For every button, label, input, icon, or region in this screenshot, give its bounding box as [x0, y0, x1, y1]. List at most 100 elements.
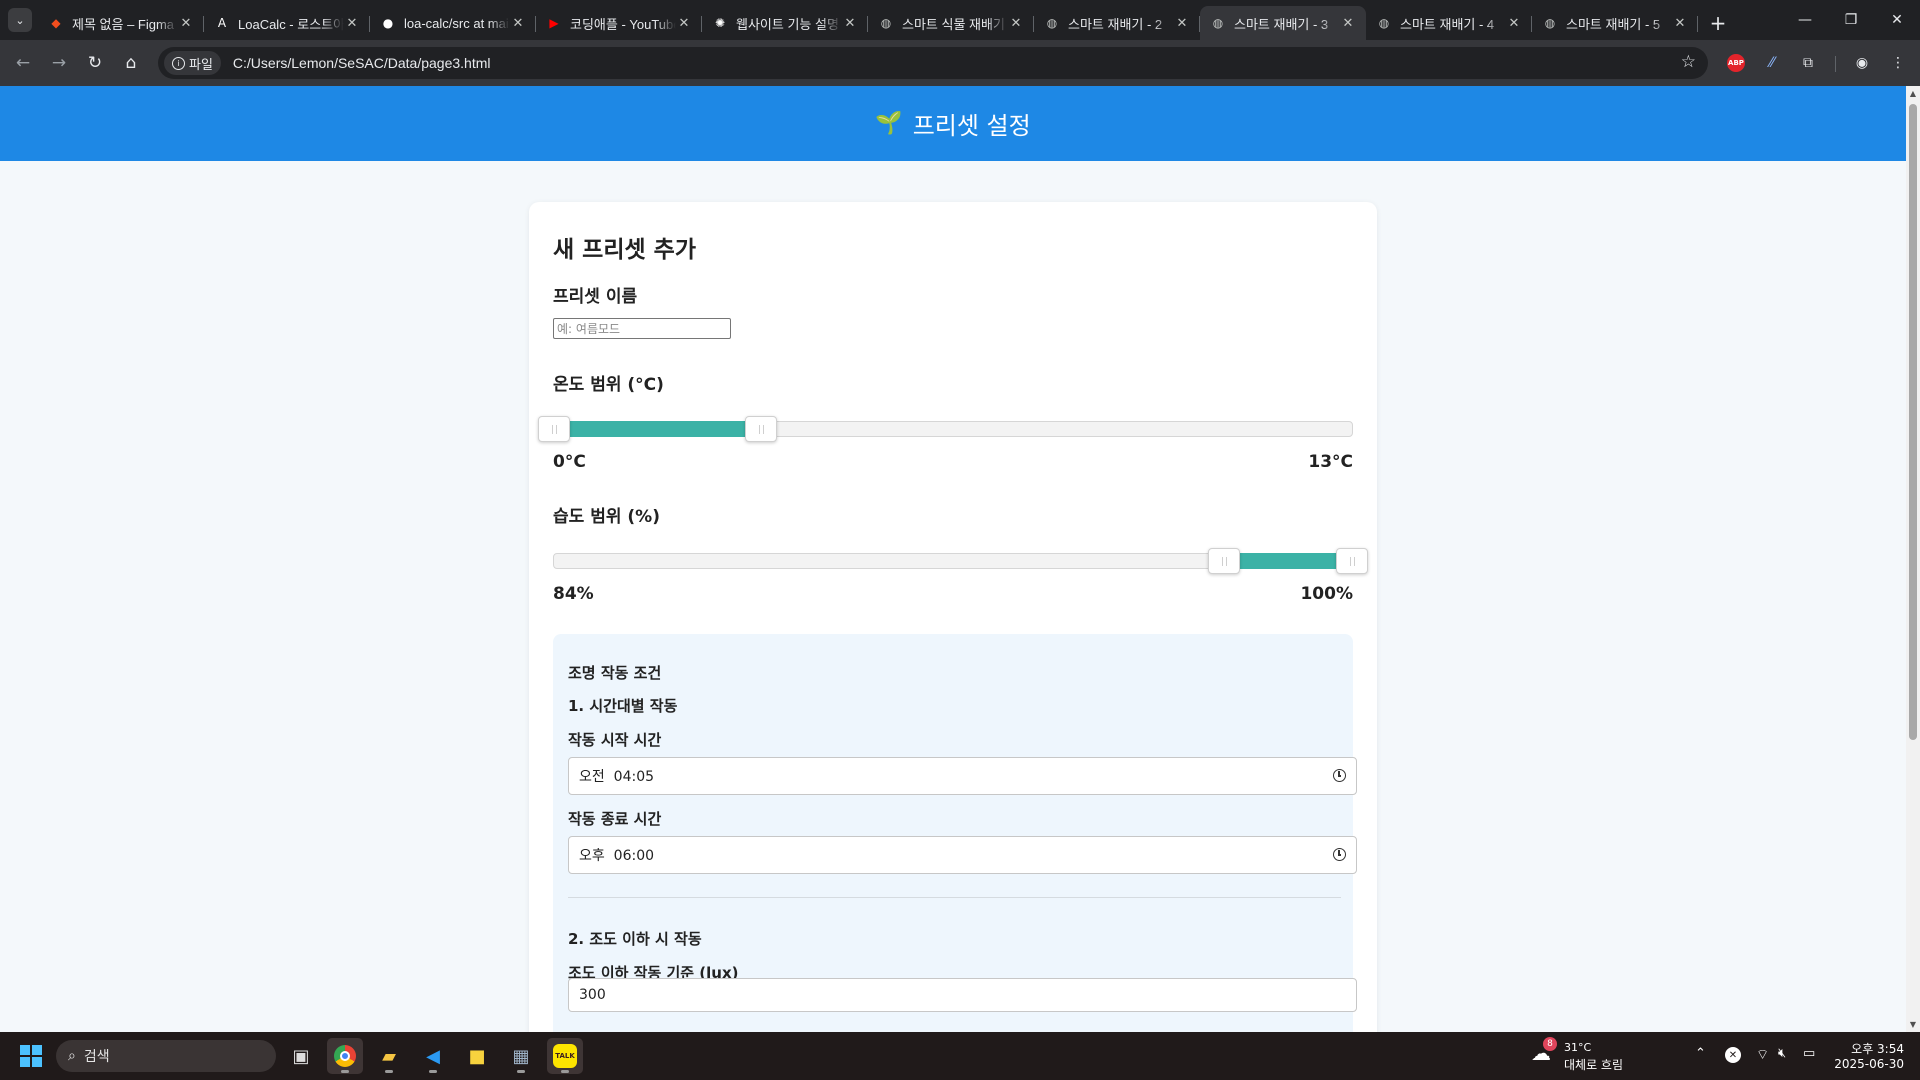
back-button[interactable]: ← [6, 46, 40, 80]
browser-tab[interactable]: ◍ 스마트 재배기 - 5 ✕ [1532, 6, 1698, 40]
browser-tab[interactable]: ◍ 스마트 재배기 - 2 ✕ [1034, 6, 1200, 40]
preset-name-input[interactable] [553, 318, 731, 339]
puzzle-icon: ⧉ [1803, 55, 1813, 71]
tab-strip: ◆제목 없음 – Figma✕ALoaCalc - 로스트아크✕●loa-cal… [38, 6, 1698, 40]
volume-muted-icon[interactable]: 🔇︎ [1778, 1046, 1786, 1061]
github-icon: ● [382, 16, 394, 30]
chrome-icon [334, 1045, 356, 1067]
minimize-button[interactable]: — [1782, 0, 1828, 40]
tab-close-icon[interactable]: ✕ [842, 16, 858, 31]
clock-time[interactable]: 오후 3:54 [1851, 1040, 1904, 1057]
temp-min-handle[interactable] [538, 416, 570, 442]
tray-app-icon[interactable]: ✕ [1725, 1047, 1741, 1063]
globe-icon: ◍ [1544, 16, 1556, 30]
taskbar-vscode[interactable]: ◀ [415, 1038, 451, 1074]
tab-close-icon[interactable]: ✕ [1008, 16, 1024, 31]
browser-tab[interactable]: ◆ 제목 없음 – Figma ✕ [38, 6, 204, 40]
reload-icon: ↻ [87, 53, 103, 73]
clock-date[interactable]: 2025-06-30 [1834, 1057, 1904, 1071]
tab-title: 스마트 재배기 - 2 [1068, 16, 1163, 32]
lux-threshold-input[interactable]: 300 [568, 978, 1357, 1012]
wifi-icon[interactable]: ⌔ [1756, 1046, 1769, 1064]
taskbar-search-box[interactable]: ⌕ 검색 [56, 1040, 276, 1072]
reload-button[interactable]: ↻ [78, 46, 112, 80]
humidity-max-value: 100% [1300, 584, 1353, 604]
page-scrollbar[interactable]: ▲ ▼ [1906, 86, 1920, 1032]
clock-icon[interactable] [1333, 769, 1346, 782]
profile-button[interactable]: ◉ [1849, 50, 1875, 76]
taskbar-calculator[interactable]: ▦ [503, 1038, 539, 1074]
browser-tab[interactable]: ✺ 웹사이트 기능 설명 ✕ [702, 6, 868, 40]
page-viewport: 🌱 프리셋 설정 새 프리셋 추가 프리셋 이름 온도 범위 (°C) 0°C … [0, 86, 1906, 1032]
close-window-button[interactable]: ✕ [1874, 0, 1920, 40]
browser-tab[interactable]: A LoaCalc - 로스트아크✕ [204, 6, 370, 40]
tab-close-icon[interactable]: ✕ [178, 16, 194, 31]
start-button[interactable] [20, 1045, 42, 1067]
calculator-icon: ▦ [512, 1045, 530, 1067]
humidity-min-value: 84% [553, 584, 594, 604]
home-icon: ⌂ [125, 53, 137, 73]
weather-description[interactable]: 대체로 흐림 [1564, 1056, 1623, 1073]
figma-icon: ◆ [51, 16, 61, 30]
tab-close-icon[interactable]: ✕ [344, 16, 360, 31]
taskbar-kakaotalk[interactable]: TALK [547, 1038, 583, 1074]
tab-close-icon[interactable]: ✕ [510, 16, 526, 31]
temp-range-slider[interactable] [538, 416, 1353, 442]
sprout-icon: 🌱 [875, 111, 903, 136]
tab-title: 스마트 재배기 - 4 [1400, 16, 1495, 32]
address-bar[interactable]: i 파일 C:/Users/Lemon/SeSAC/Data/page3.htm… [158, 47, 1708, 79]
end-time-input[interactable]: 오후 06:00 [568, 836, 1357, 874]
browser-toolbar: ← → ↻ ⌂ i 파일 C:/Users/Lemon/SeSAC/Data/p… [0, 40, 1920, 86]
card-title: 새 프리셋 추가 [553, 237, 696, 263]
url-text[interactable]: C:/Users/Lemon/SeSAC/Data/page3.html [233, 55, 491, 71]
new-tab-button[interactable]: + [1704, 9, 1732, 37]
battery-icon[interactable]: ▭ [1803, 1046, 1815, 1061]
scroll-down-arrow-icon[interactable]: ▼ [1909, 1020, 1917, 1029]
home-button[interactable]: ⌂ [114, 46, 148, 80]
tab-title: 스마트 식물 재배기 [902, 16, 1005, 32]
browser-menu-button[interactable]: ⋮ [1885, 50, 1911, 76]
taskbar-chrome[interactable] [327, 1038, 363, 1074]
bookmark-star-icon[interactable]: ☆ [1681, 52, 1696, 72]
globe-icon: ◍ [1378, 16, 1390, 30]
start-time-input[interactable]: 오전 04:05 [568, 757, 1357, 795]
tab-close-icon[interactable]: ✕ [1506, 16, 1522, 31]
temp-max-handle[interactable] [745, 416, 778, 442]
task-view-button[interactable]: ▣ [283, 1038, 319, 1074]
temp-range-fill [554, 421, 762, 437]
browser-tab[interactable]: ◍ 스마트 재배기 - 3 ✕ [1200, 6, 1366, 40]
adblock-extension-button[interactable]: ABP [1723, 50, 1749, 76]
taskbar-sticky-notes[interactable]: ■ [459, 1038, 495, 1074]
site-chip-label: 파일 [189, 57, 213, 73]
page-title: 프리셋 설정 [912, 112, 1031, 140]
humidity-min-handle[interactable] [1208, 548, 1241, 574]
humidity-range-slider[interactable] [553, 548, 1368, 574]
taskbar-file-explorer[interactable]: ▰ [371, 1038, 407, 1074]
tab-close-icon[interactable]: ✕ [1340, 16, 1356, 31]
site-info-chip[interactable]: i 파일 [164, 51, 221, 75]
start-time-label: 작동 시작 시간 [568, 731, 662, 749]
tray-chevron-up-icon[interactable]: ⌃ [1695, 1046, 1706, 1061]
forward-button[interactable]: → [42, 46, 76, 80]
clock-icon[interactable] [1333, 848, 1346, 861]
toolbar-divider [1835, 56, 1836, 72]
windows-taskbar: ⌕ 검색 ▣ ▰ ◀ ■ ▦ TALK ☁ 8 31°C 대체로 흐림 ⌃ ✕ … [0, 1032, 1920, 1080]
folder-icon: ▰ [382, 1045, 396, 1067]
restore-button[interactable]: ❐ [1828, 0, 1874, 40]
browser-tab[interactable]: ◍ 스마트 식물 재배기 ✕ [868, 6, 1034, 40]
tab-close-icon[interactable]: ✕ [1174, 16, 1190, 31]
read-aloud-button[interactable]: ⁄⁄ [1759, 50, 1785, 76]
end-time-value: 오후 06:00 [579, 848, 655, 864]
browser-tab[interactable]: ▶ 코딩애플 - YouTube ✕ [536, 6, 702, 40]
humidity-max-handle[interactable] [1336, 548, 1368, 574]
extensions-button[interactable]: ⧉ [1795, 50, 1821, 76]
tab-close-icon[interactable]: ✕ [676, 16, 692, 31]
scroll-up-arrow-icon[interactable]: ▲ [1909, 89, 1917, 98]
scrollbar-thumb[interactable] [1909, 104, 1917, 740]
browser-tab[interactable]: ● loa-calc/src at main ✕ [370, 6, 536, 40]
browser-tab[interactable]: ◍ 스마트 재배기 - 4 ✕ [1366, 6, 1532, 40]
weather-temperature[interactable]: 31°C [1564, 1041, 1591, 1054]
temp-max-value: 13°C [1308, 452, 1353, 472]
tab-search-button[interactable]: ⌄ [8, 8, 32, 32]
tab-close-icon[interactable]: ✕ [1672, 16, 1688, 31]
